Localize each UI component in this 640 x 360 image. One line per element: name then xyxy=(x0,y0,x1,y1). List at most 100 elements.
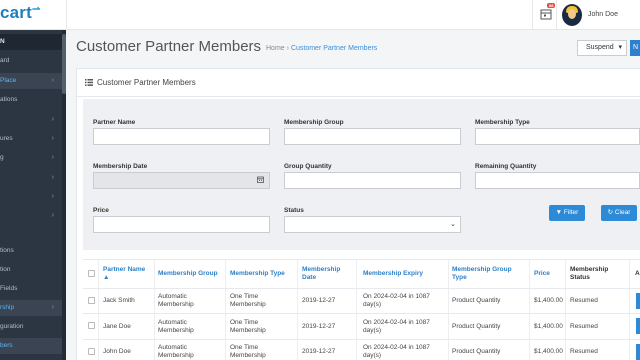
select-all-checkbox[interactable] xyxy=(88,270,95,277)
cell-membership-group: Automatic Membership xyxy=(158,344,194,359)
row-checkbox[interactable] xyxy=(88,322,95,329)
chevron-right-icon: › xyxy=(51,212,54,219)
sidebar-item-members[interactable]: bers xyxy=(0,338,62,354)
chevron-right-icon: › xyxy=(51,135,54,142)
filter-icon: ▼ xyxy=(555,209,563,216)
header-divider xyxy=(556,0,557,30)
cart-icon: ⇀ xyxy=(32,4,41,15)
sidebar: N ard Place › ations › ures › g › › › › tio… xyxy=(0,30,66,360)
price-label: Price xyxy=(93,207,109,214)
sidebar-item-options[interactable]: tions xyxy=(0,243,62,259)
header-divider xyxy=(66,0,67,30)
page-title: Customer Partner Members xyxy=(76,38,262,55)
chevron-right-icon: › xyxy=(51,193,54,200)
cell-membership-date: 2019-12-27 xyxy=(302,322,336,330)
group-quantity-input[interactable] xyxy=(284,172,461,189)
filter-button[interactable]: ▼ Filter xyxy=(549,205,585,221)
notification-badge[interactable]: 88 xyxy=(547,3,556,8)
row-action-button[interactable] xyxy=(636,293,640,309)
row-checkbox[interactable] xyxy=(88,348,95,355)
cell-membership-group: Automatic Membership xyxy=(158,293,194,308)
column-header-price[interactable]: Price xyxy=(534,260,564,288)
cell-membership-type: One Time Membership xyxy=(230,318,266,334)
sidebar-item-8[interactable]: › xyxy=(0,189,62,205)
breadcrumb: Home › Customer Partner Members xyxy=(266,45,377,52)
members-table: Partner Name ▲ Membership Group Membersh… xyxy=(83,259,640,360)
sidebar-item-4[interactable]: › xyxy=(0,112,62,128)
partner-name-input[interactable] xyxy=(93,128,270,145)
top-bar: cart⇀ 88 John Doe xyxy=(0,0,640,30)
column-header-membership-group[interactable]: Membership Group xyxy=(158,260,228,288)
status-select[interactable]: ⌄ xyxy=(284,216,461,233)
calendar-icon[interactable] xyxy=(540,8,552,20)
partner-name-label: Partner Name xyxy=(93,119,136,126)
membership-type-label: Membership Type xyxy=(475,119,530,126)
user-avatar[interactable] xyxy=(562,4,582,26)
sidebar-item-g[interactable]: g › xyxy=(0,150,62,166)
sidebar-item-configuration[interactable]: guration xyxy=(0,319,62,335)
user-name[interactable]: John Doe xyxy=(588,11,618,18)
column-header-membership-status: Membership Status xyxy=(570,266,609,281)
column-header-membership-group-type[interactable]: Membership Group Type xyxy=(452,260,522,288)
column-header-membership-date[interactable]: Membership Date xyxy=(302,260,352,288)
bulk-action-button[interactable]: N xyxy=(630,40,640,56)
sidebar-item-marketplace[interactable]: Place › xyxy=(0,73,62,89)
panel-title: Customer Partner Members xyxy=(97,78,196,87)
column-header-partner-name[interactable]: Partner Name ▲ xyxy=(103,260,153,288)
membership-type-input[interactable] xyxy=(475,128,640,145)
remaining-quantity-input[interactable] xyxy=(475,172,640,189)
cell-partner-name: John Doe xyxy=(103,348,131,355)
cell-status: Resumed xyxy=(570,322,598,330)
chevron-down-icon: ⌄ xyxy=(450,221,456,228)
sidebar-item-nav[interactable]: N xyxy=(0,34,62,50)
chevron-right-icon: › xyxy=(51,77,54,84)
price-input[interactable] xyxy=(93,216,270,233)
group-quantity-label: Group Quantity xyxy=(284,163,332,170)
cell-status: Resumed xyxy=(570,297,598,304)
row-action-button[interactable] xyxy=(636,318,640,334)
calendar-icon[interactable] xyxy=(257,176,264,183)
sidebar-item-notifications[interactable]: ations xyxy=(0,92,62,108)
sidebar-item-dashboard[interactable]: ard xyxy=(0,53,62,69)
cell-price: $1,400.00 xyxy=(534,322,563,330)
membership-group-input[interactable] xyxy=(284,128,461,145)
panel-header: Customer Partner Members xyxy=(77,69,640,97)
membership-date-label: Membership Date xyxy=(93,163,148,170)
breadcrumb-current: Customer Partner Members xyxy=(290,45,378,52)
chevron-right-icon: › xyxy=(51,116,54,123)
chevron-down-icon: ▾ xyxy=(618,44,622,51)
sidebar-item-membership[interactable]: rship › xyxy=(0,300,62,316)
sidebar-item-7[interactable]: › xyxy=(0,170,62,186)
chevron-right-icon: › xyxy=(51,174,54,181)
row-checkbox[interactable] xyxy=(88,297,95,304)
header-divider xyxy=(532,0,533,30)
remaining-quantity-label: Remaining Quantity xyxy=(475,163,537,170)
cell-membership-group: Automatic Membership xyxy=(158,318,194,334)
membership-date-input[interactable] xyxy=(93,172,270,189)
clear-button[interactable]: ↻ Clear xyxy=(601,205,637,221)
breadcrumb-separator: › xyxy=(286,45,289,52)
cell-partner-name: Jack Smith xyxy=(103,297,135,304)
column-header-membership-type[interactable]: Membership Type xyxy=(230,260,300,288)
bulk-action-select[interactable]: Suspend ▾ xyxy=(577,40,627,56)
column-header-membership-expiry[interactable]: Membership Expiry xyxy=(363,260,443,288)
cell-price: $1,400.00 xyxy=(534,297,563,304)
cell-membership-expiry: On 2024-02-04 in 1087 day(s) xyxy=(363,344,430,359)
sidebar-item-fields[interactable]: Fields xyxy=(0,281,62,297)
cell-partner-name: Jane Doe xyxy=(103,322,131,330)
breadcrumb-home[interactable]: Home xyxy=(266,45,285,52)
list-icon xyxy=(85,79,93,86)
sidebar-item-9[interactable]: › xyxy=(0,208,62,224)
status-label: Status xyxy=(284,207,304,214)
app-logo[interactable]: cart⇀ xyxy=(0,3,41,23)
cell-membership-expiry: On 2024-02-04 in 1087 day(s) xyxy=(363,293,430,308)
sidebar-item-features[interactable]: ures › xyxy=(0,131,62,147)
sidebar-item-section[interactable]: tion xyxy=(0,262,62,278)
cell-membership-date: 2019-12-27 xyxy=(302,297,336,304)
cell-group-type: Product Quantity xyxy=(452,322,501,330)
sidebar-scrollbar-thumb[interactable] xyxy=(62,34,66,94)
row-action-button[interactable] xyxy=(636,344,640,360)
cell-membership-expiry: On 2024-02-04 in 1087 day(s) xyxy=(363,318,430,334)
membership-group-label: Membership Group xyxy=(284,119,344,126)
column-header-actions: A xyxy=(635,270,640,277)
